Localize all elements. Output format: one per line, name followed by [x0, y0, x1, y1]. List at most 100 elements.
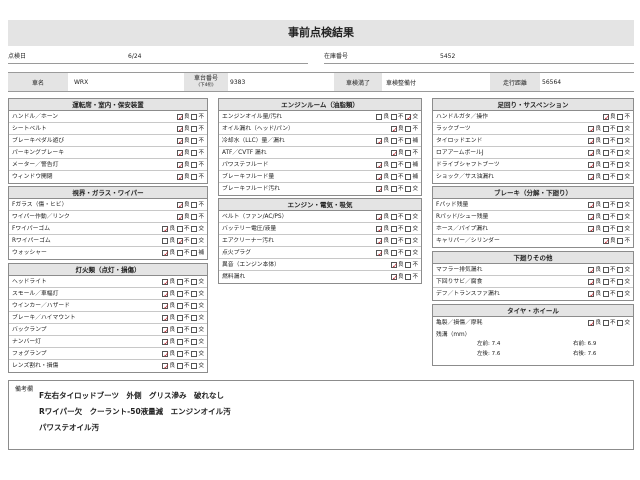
checkbox[interactable]: [405, 262, 412, 268]
checked-checkbox[interactable]: [176, 200, 184, 212]
checkbox[interactable]: [602, 214, 609, 220]
checkbox[interactable]: [617, 279, 624, 285]
checkbox[interactable]: [390, 174, 397, 180]
checked-checkbox[interactable]: [588, 172, 595, 184]
checkbox[interactable]: [176, 250, 183, 256]
checked-checkbox[interactable]: [390, 272, 398, 284]
checked-checkbox[interactable]: [588, 265, 595, 277]
checked-checkbox[interactable]: [376, 184, 383, 196]
checkbox[interactable]: [617, 150, 624, 156]
checkbox[interactable]: [191, 226, 198, 232]
checkbox[interactable]: [405, 174, 412, 180]
checked-checkbox[interactable]: [588, 212, 595, 224]
checkbox[interactable]: [602, 291, 609, 297]
checked-checkbox[interactable]: [588, 148, 595, 160]
checked-checkbox[interactable]: [588, 200, 595, 212]
checked-checkbox[interactable]: [162, 301, 169, 313]
checkbox[interactable]: [191, 238, 198, 244]
checked-checkbox[interactable]: [162, 337, 169, 349]
checkbox[interactable]: [617, 114, 624, 120]
checkbox[interactable]: [191, 150, 198, 156]
checkbox[interactable]: [191, 126, 198, 132]
checkbox[interactable]: [617, 214, 624, 220]
checked-checkbox[interactable]: [602, 236, 610, 248]
checkbox[interactable]: [162, 238, 169, 244]
checkbox[interactable]: [405, 186, 412, 192]
checkbox[interactable]: [191, 363, 198, 369]
checked-checkbox[interactable]: [162, 224, 169, 236]
checked-checkbox[interactable]: [376, 212, 383, 224]
checkbox[interactable]: [602, 150, 609, 156]
checkbox[interactable]: [176, 303, 183, 309]
checkbox[interactable]: [390, 226, 397, 232]
checked-checkbox[interactable]: [162, 313, 169, 325]
checkbox[interactable]: [176, 339, 183, 345]
checked-checkbox[interactable]: [390, 148, 398, 160]
checkbox[interactable]: [602, 267, 609, 273]
checkbox[interactable]: [191, 291, 198, 297]
checkbox[interactable]: [617, 320, 624, 326]
checked-checkbox[interactable]: [588, 289, 595, 301]
checkbox[interactable]: [405, 226, 412, 232]
checked-checkbox[interactable]: [588, 318, 595, 330]
checked-checkbox[interactable]: [390, 260, 398, 272]
checked-checkbox[interactable]: [162, 289, 169, 301]
checked-checkbox[interactable]: [162, 248, 169, 260]
checkbox[interactable]: [390, 138, 397, 144]
checked-checkbox[interactable]: [376, 224, 383, 236]
checked-checkbox[interactable]: [376, 172, 383, 184]
checked-checkbox[interactable]: [176, 124, 184, 136]
checked-checkbox[interactable]: [376, 248, 383, 260]
checkbox[interactable]: [191, 315, 198, 321]
checkbox[interactable]: [176, 279, 183, 285]
checked-checkbox[interactable]: [376, 136, 383, 148]
checkbox[interactable]: [176, 291, 183, 297]
checkbox[interactable]: [176, 351, 183, 357]
checkbox[interactable]: [191, 202, 198, 208]
checkbox[interactable]: [602, 162, 609, 168]
checkbox[interactable]: [405, 214, 412, 220]
checkbox[interactable]: [390, 114, 397, 120]
checked-checkbox[interactable]: [162, 325, 169, 337]
checkbox[interactable]: [405, 162, 412, 168]
checkbox[interactable]: [176, 327, 183, 333]
checked-checkbox[interactable]: [176, 172, 184, 184]
checked-checkbox[interactable]: [376, 160, 383, 172]
checkbox[interactable]: [602, 226, 609, 232]
checkbox[interactable]: [191, 303, 198, 309]
checked-checkbox[interactable]: [588, 277, 595, 289]
checkbox[interactable]: [176, 363, 183, 369]
checkbox[interactable]: [405, 250, 412, 256]
checked-checkbox[interactable]: [602, 112, 610, 124]
checkbox[interactable]: [602, 279, 609, 285]
checkbox[interactable]: [405, 138, 412, 144]
checkbox[interactable]: [617, 267, 624, 273]
checkbox[interactable]: [617, 138, 624, 144]
checked-checkbox[interactable]: [176, 160, 184, 172]
checkbox[interactable]: [191, 138, 198, 144]
checked-checkbox[interactable]: [176, 236, 184, 248]
checkbox[interactable]: [191, 162, 198, 168]
checked-checkbox[interactable]: [176, 212, 184, 224]
checkbox[interactable]: [405, 126, 412, 132]
checked-checkbox[interactable]: [176, 112, 184, 124]
checkbox[interactable]: [617, 291, 624, 297]
checkbox[interactable]: [376, 114, 383, 120]
checkbox[interactable]: [405, 150, 412, 156]
checkbox[interactable]: [405, 274, 412, 280]
checked-checkbox[interactable]: [376, 236, 383, 248]
checkbox[interactable]: [191, 327, 198, 333]
checkbox[interactable]: [617, 226, 624, 232]
checked-checkbox[interactable]: [176, 136, 184, 148]
checkbox[interactable]: [617, 238, 624, 244]
checkbox[interactable]: [617, 202, 624, 208]
checkbox[interactable]: [390, 250, 397, 256]
checkbox[interactable]: [602, 126, 609, 132]
checkbox[interactable]: [390, 186, 397, 192]
checked-checkbox[interactable]: [405, 112, 412, 124]
checkbox[interactable]: [191, 214, 198, 220]
checkbox[interactable]: [191, 351, 198, 357]
checkbox[interactable]: [191, 174, 198, 180]
checkbox[interactable]: [390, 238, 397, 244]
checkbox[interactable]: [191, 339, 198, 345]
